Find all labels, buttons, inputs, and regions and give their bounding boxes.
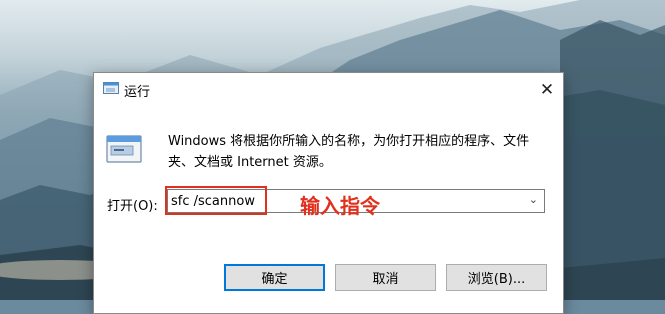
annotation-text: 输入指令 — [300, 194, 380, 218]
title-bar: 运行 ✕ — [94, 73, 563, 106]
command-input[interactable] — [171, 192, 263, 210]
close-button[interactable]: ✕ — [531, 73, 563, 106]
chevron-down-icon[interactable]: ⌄ — [529, 193, 538, 206]
cancel-button[interactable]: 取消 — [335, 264, 436, 291]
run-program-icon — [106, 135, 142, 163]
run-dialog: 运行 ✕ Windows 将根据你所输入的名称，为你打开相应的程序、文件夹、文档… — [93, 72, 564, 314]
dialog-description: Windows 将根据你所输入的名称，为你打开相应的程序、文件夹、文档或 Int… — [168, 134, 530, 170]
dialog-title: 运行 — [124, 85, 151, 100]
open-label: 打开(O): — [107, 199, 158, 214]
run-icon — [103, 82, 119, 94]
close-icon: ✕ — [539, 79, 555, 100]
browse-button[interactable]: 浏览(B)... — [446, 264, 547, 291]
ok-button[interactable]: 确定 — [224, 264, 325, 291]
